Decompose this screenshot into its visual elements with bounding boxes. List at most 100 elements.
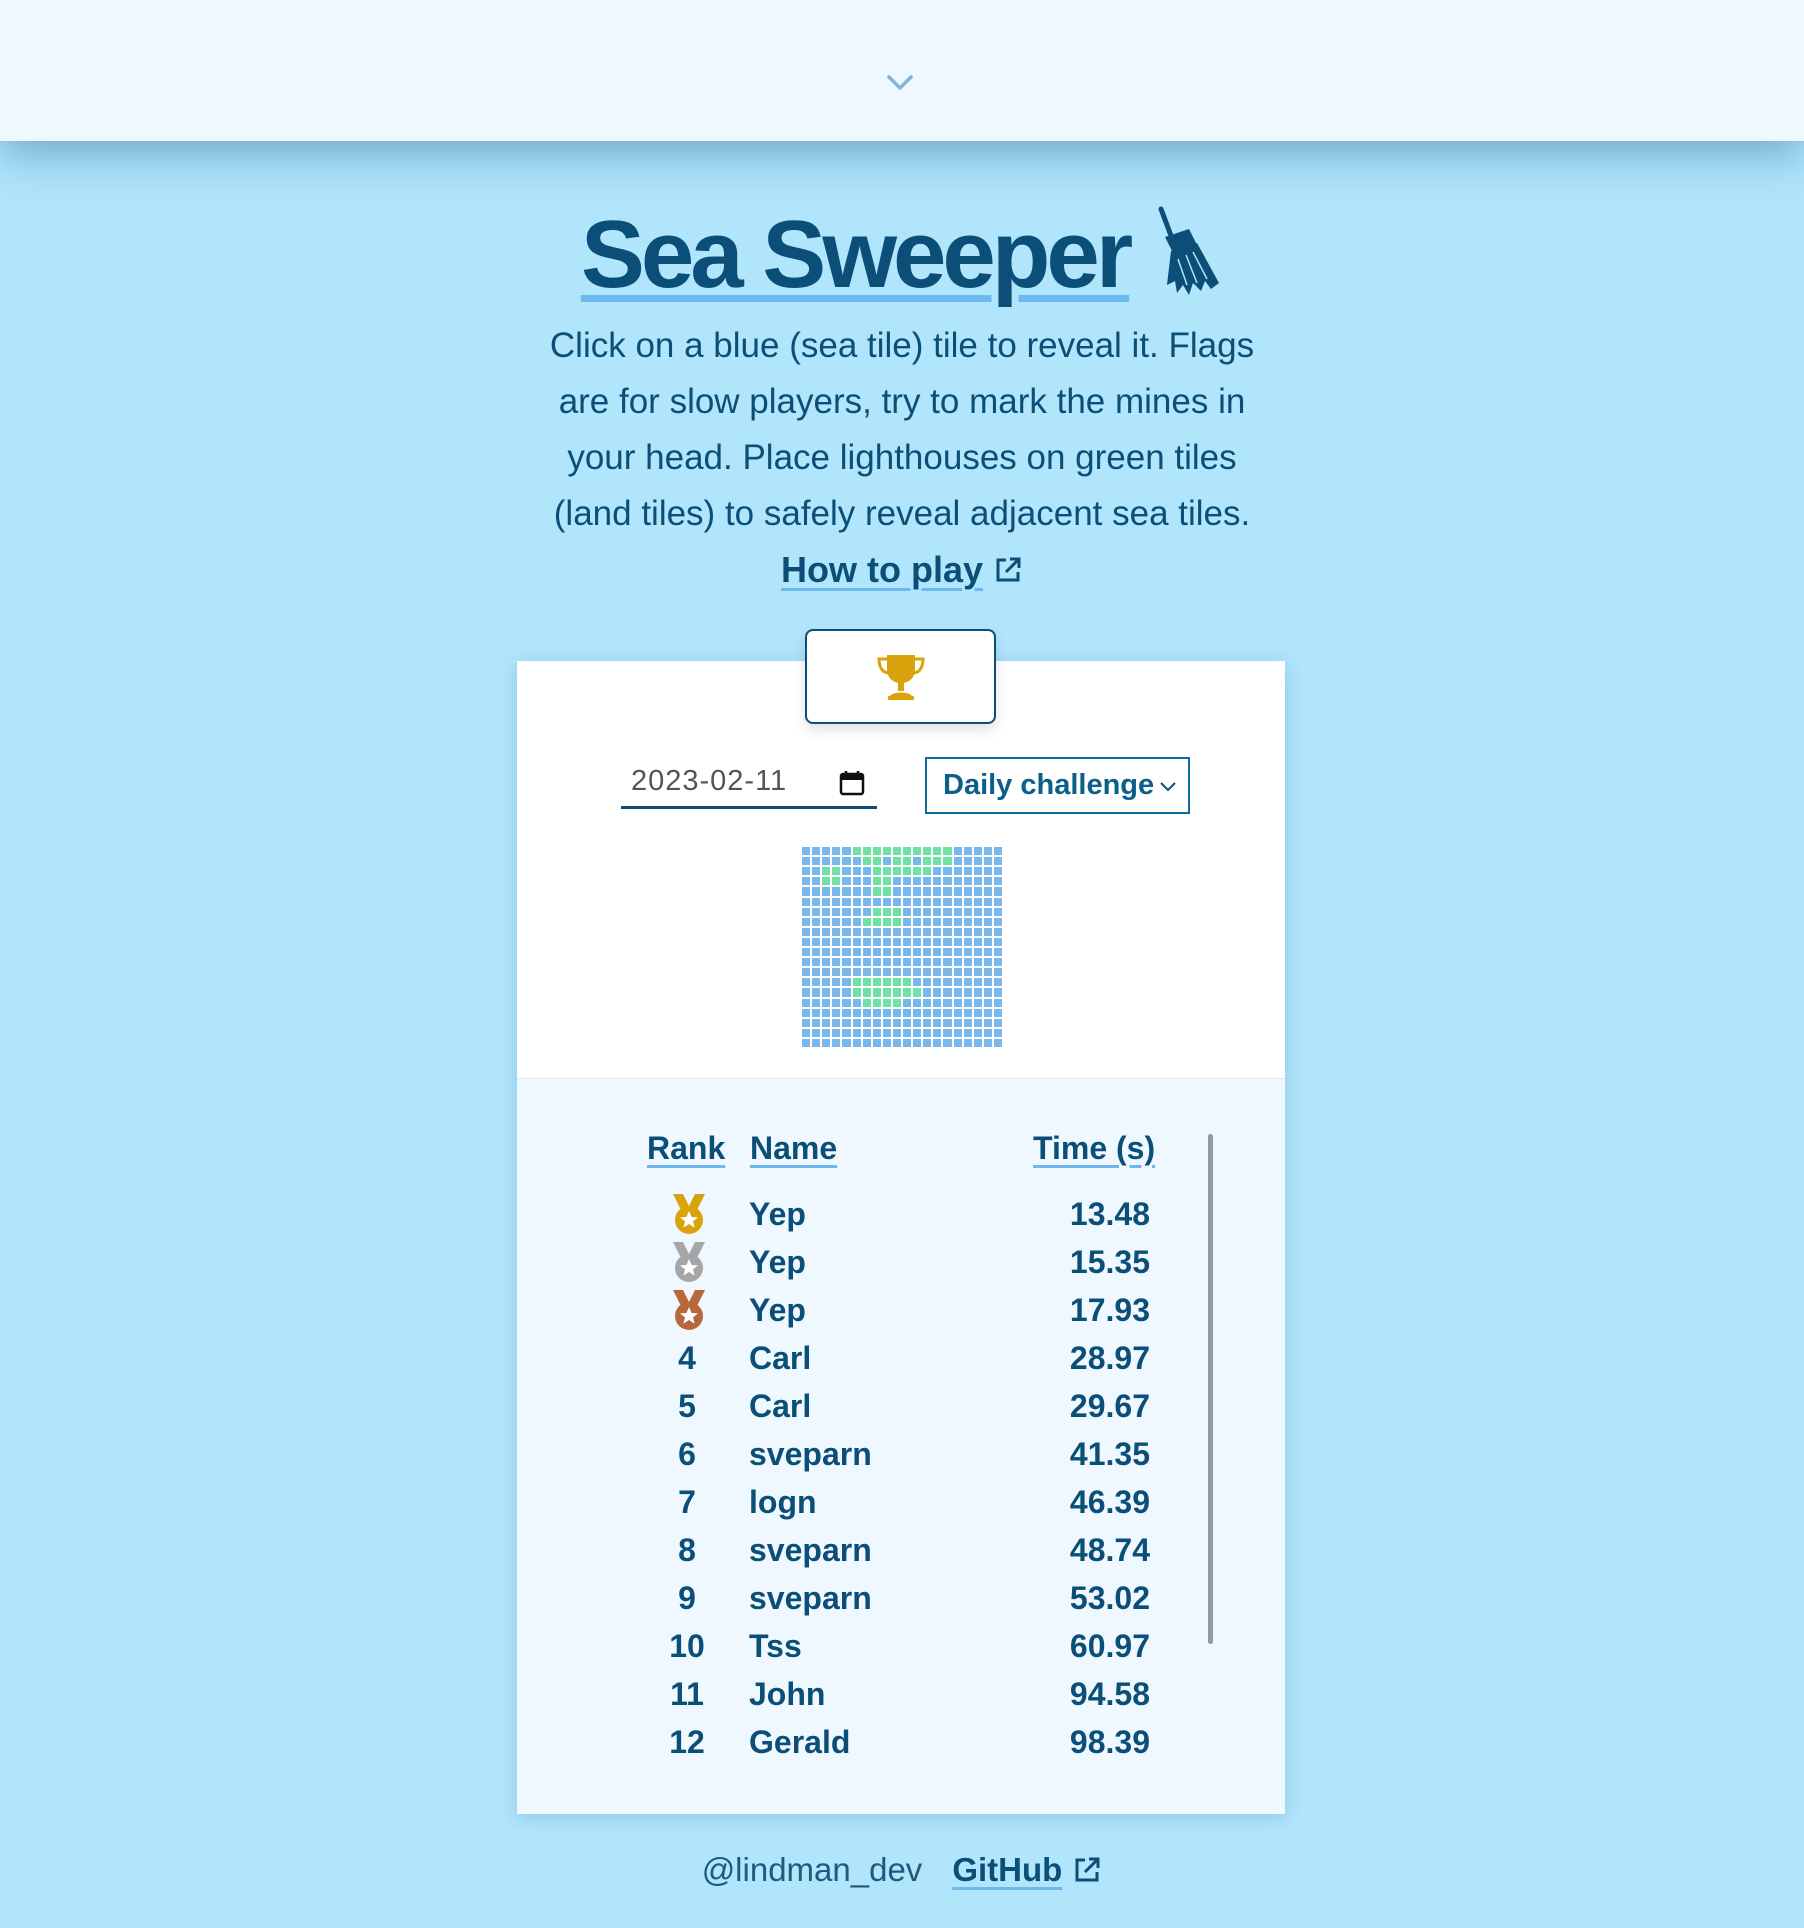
land-tile — [872, 907, 881, 916]
sea-tile — [832, 937, 841, 946]
sea-tile — [862, 1008, 871, 1017]
land-tile — [872, 998, 881, 1007]
sea-tile — [802, 867, 811, 876]
sea-tile — [842, 998, 851, 1007]
rank-value: 6 — [678, 1436, 696, 1472]
sea-tile — [943, 998, 952, 1007]
sea-tile — [872, 1008, 881, 1017]
sea-tile — [973, 1038, 982, 1047]
sea-tile — [852, 948, 861, 957]
sea-tile — [993, 877, 1002, 886]
sea-tile — [832, 978, 841, 987]
sea-tile — [832, 897, 841, 906]
sea-tile — [953, 958, 962, 967]
sea-tile — [812, 978, 821, 987]
sea-tile — [953, 937, 962, 946]
land-tile — [882, 847, 891, 856]
sea-tile — [822, 857, 831, 866]
land-tile — [913, 867, 922, 876]
land-tile — [832, 867, 841, 876]
land-tile — [903, 988, 912, 997]
sea-tile — [923, 907, 932, 916]
sea-tile — [832, 998, 841, 1007]
sea-tile — [913, 978, 922, 987]
column-header-name[interactable]: Name — [750, 1130, 837, 1167]
sea-tile — [812, 998, 821, 1007]
sea-tile — [903, 1028, 912, 1037]
sea-tile — [903, 998, 912, 1007]
sea-tile — [822, 1028, 831, 1037]
sea-tile — [882, 897, 891, 906]
land-tile — [892, 857, 901, 866]
sea-tile — [862, 958, 871, 967]
sea-tile — [993, 1008, 1002, 1017]
sea-tile — [862, 877, 871, 886]
sea-tile — [953, 968, 962, 977]
sea-tile — [903, 907, 912, 916]
sea-tile — [832, 1028, 841, 1037]
sea-tile — [802, 1038, 811, 1047]
sea-tile — [983, 1018, 992, 1027]
sea-tile — [923, 1008, 932, 1017]
sea-tile — [842, 1038, 851, 1047]
date-value: 2023-02-11 — [631, 765, 788, 797]
land-tile — [933, 847, 942, 856]
table-row: 12 Gerald 98.39 — [517, 1718, 1285, 1766]
sea-tile — [983, 988, 992, 997]
table-row: 2 Yep 15.35 — [517, 1238, 1285, 1286]
sea-tile — [812, 958, 821, 967]
page-title[interactable]: Sea Sweeper — [581, 207, 1133, 303]
land-tile — [923, 857, 932, 866]
sea-tile — [963, 887, 972, 896]
table-row: 3 Yep 17.93 — [517, 1286, 1285, 1334]
sea-tile — [903, 917, 912, 926]
sea-tile — [953, 1038, 962, 1047]
rank-value: 9 — [678, 1580, 696, 1616]
chevron-down-icon[interactable] — [885, 72, 915, 94]
broom-icon — [1158, 206, 1220, 295]
land-tile — [892, 867, 901, 876]
sea-tile — [933, 937, 942, 946]
sea-tile — [913, 1028, 922, 1037]
land-tile — [903, 857, 912, 866]
sea-tile — [812, 917, 821, 926]
time-value: 98.39 — [1069, 1724, 1150, 1760]
column-header-time[interactable]: Time (s) — [1033, 1130, 1155, 1167]
github-link[interactable]: GitHub — [952, 1851, 1102, 1889]
sea-tile — [953, 897, 962, 906]
sea-tile — [943, 917, 952, 926]
trophy-icon — [876, 654, 925, 700]
leaderboard-tab[interactable] — [805, 629, 996, 724]
sea-tile — [983, 897, 992, 906]
scrollbar[interactable] — [1208, 1134, 1213, 1644]
sea-tile — [802, 887, 811, 896]
sea-tile — [943, 948, 952, 957]
sea-tile — [993, 857, 1002, 866]
how-to-play-link[interactable]: How to play — [781, 549, 1023, 590]
sea-tile — [993, 1028, 1002, 1037]
table-row: 1 Yep 13.48 — [517, 1190, 1285, 1238]
mode-select[interactable]: Daily challenge — [925, 757, 1190, 814]
date-picker[interactable]: 2023-02-11 — [621, 757, 877, 809]
sea-tile — [852, 887, 861, 896]
land-tile — [892, 998, 901, 1007]
sea-tile — [882, 1008, 891, 1017]
sea-tile — [852, 917, 861, 926]
sea-tile — [953, 1028, 962, 1037]
calendar-icon[interactable] — [839, 770, 865, 796]
column-header-rank[interactable]: Rank — [647, 1130, 725, 1167]
sea-tile — [983, 847, 992, 856]
sea-tile — [983, 927, 992, 936]
player-name: Tss — [749, 1628, 802, 1664]
land-tile — [822, 877, 831, 886]
sea-tile — [903, 1038, 912, 1047]
sea-tile — [812, 1018, 821, 1027]
sea-tile — [822, 1018, 831, 1027]
sea-tile — [983, 937, 992, 946]
sea-tile — [822, 998, 831, 1007]
player-name: sveparn — [749, 1580, 872, 1616]
sea-tile — [882, 948, 891, 957]
sea-tile — [943, 927, 952, 936]
sea-tile — [802, 948, 811, 957]
sea-tile — [973, 857, 982, 866]
